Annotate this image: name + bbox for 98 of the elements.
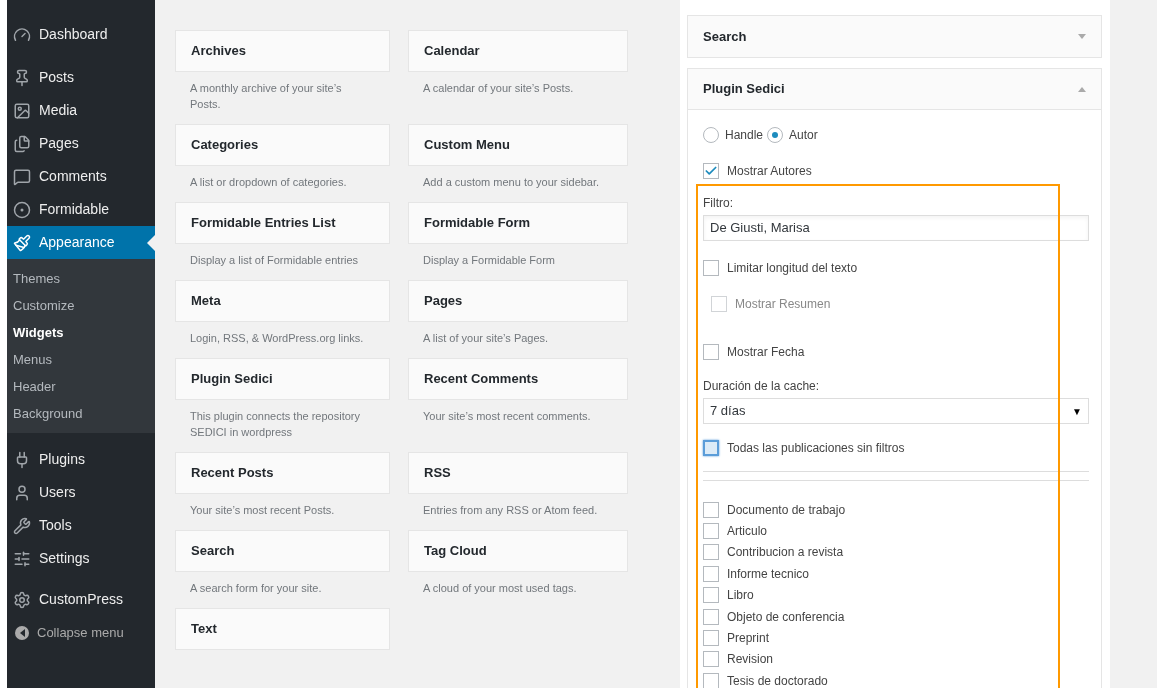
checkbox-label: Preprint xyxy=(727,630,770,648)
submenu-item[interactable]: Customize xyxy=(7,292,155,319)
dropdown-arrow-icon: ▼ xyxy=(1072,403,1082,419)
submenu-item[interactable]: Menus xyxy=(7,346,155,373)
widget-description: A search form for your site. xyxy=(189,581,323,596)
checkbox-label: Mostrar Autores xyxy=(727,163,812,180)
pin-icon xyxy=(13,68,31,87)
pages-icon xyxy=(13,134,31,153)
widget-description: Entries from any RSS or Atom feed. xyxy=(422,503,599,518)
checkbox-label: Mostrar Resumen xyxy=(735,296,831,313)
menu-item[interactable]: Appearance xyxy=(7,226,155,259)
checkbox[interactable] xyxy=(703,344,719,360)
menu-item[interactable]: Pages xyxy=(7,127,155,160)
sliders-icon xyxy=(13,549,31,568)
widget-description: A list of your site’s Pages. xyxy=(422,331,550,346)
widget-header[interactable]: Search xyxy=(688,16,1101,57)
checkbox-label: Libro xyxy=(727,587,754,605)
checkbox-label: Todas las publicaciones sin filtros xyxy=(727,440,905,457)
widget-card[interactable]: Tag Cloud xyxy=(408,530,628,572)
checkbox[interactable] xyxy=(703,163,719,179)
checkbox[interactable] xyxy=(703,523,719,540)
widget-card[interactable]: Formidable Entries List xyxy=(175,202,390,244)
checkbox[interactable] xyxy=(703,651,719,668)
submenu-item[interactable]: Header xyxy=(7,373,155,400)
menu-item[interactable]: Comments xyxy=(7,160,155,193)
filter-field[interactable]: De Giusti, Marisa xyxy=(703,215,1089,241)
widget-description: A calendar of your site’s Posts. xyxy=(422,81,575,96)
checkbox[interactable] xyxy=(703,544,719,561)
caret-down-icon xyxy=(1078,34,1086,39)
checkbox-label: Revision xyxy=(727,651,774,669)
widget-card[interactable]: Archives xyxy=(175,30,390,72)
radio-label: Autor xyxy=(789,127,818,144)
menu-item[interactable]: Formidable xyxy=(7,193,155,226)
checkbox[interactable] xyxy=(703,672,719,688)
submenu-item[interactable]: Widgets xyxy=(7,319,155,346)
paintbrush-icon xyxy=(13,233,31,252)
widget-card[interactable]: Search xyxy=(175,530,390,572)
menu-item[interactable]: Posts xyxy=(7,61,155,94)
collapse-icon xyxy=(15,625,29,640)
field-label: Filtro: xyxy=(703,195,734,212)
widget-description: A cloud of your most used tags. xyxy=(422,581,578,596)
menu-item[interactable]: Settings xyxy=(7,542,155,575)
widget-description: A list or dropdown of categories. xyxy=(189,175,348,190)
widget-description: Your site’s most recent comments. xyxy=(422,409,592,424)
checkbox-label: Mostrar Fecha xyxy=(727,344,805,361)
cache-select[interactable]: 7 días ▼ xyxy=(703,398,1089,424)
menu-item[interactable]: Media xyxy=(7,94,155,127)
caret-up-icon xyxy=(1078,86,1086,92)
widget-description: Your site’s most recent Posts. xyxy=(189,503,336,518)
menu-item[interactable]: Dashboard xyxy=(7,18,155,51)
checkbox-label: Articulo xyxy=(727,523,767,541)
widget-description: Add a custom menu to your sidebar. xyxy=(422,175,601,190)
widget-card[interactable]: Formidable Form xyxy=(408,202,628,244)
speech-bubble-icon xyxy=(13,167,31,186)
person-icon xyxy=(13,483,31,502)
checkbox[interactable] xyxy=(703,501,719,518)
checkbox[interactable] xyxy=(703,587,719,604)
field-label: Duración de la cache: xyxy=(703,378,821,395)
widget-description: Display a Formidable Form xyxy=(422,253,557,268)
checkbox[interactable] xyxy=(703,630,719,647)
checkbox[interactable] xyxy=(703,565,719,582)
gear-icon xyxy=(13,590,31,609)
widget-card[interactable]: Recent Comments xyxy=(408,358,628,400)
widget-card[interactable]: Text xyxy=(175,608,390,650)
widget-description: This plugin connects the repository SEDICI in wordpress xyxy=(189,409,361,440)
widget-description: A monthly archive of your site’s Posts. xyxy=(189,81,343,112)
submenu-item[interactable]: Themes xyxy=(7,265,155,292)
widget-card[interactable]: Meta xyxy=(175,280,390,322)
widget-header[interactable]: Plugin Sedici xyxy=(688,69,1101,110)
checkbox[interactable] xyxy=(703,608,719,625)
checkbox-label: Contribucion a revista xyxy=(727,544,844,562)
widget-card[interactable]: Custom Menu xyxy=(408,124,628,166)
checkbox-label: Limitar longitud del texto xyxy=(727,260,858,277)
widget-card[interactable]: Calendar xyxy=(408,30,628,72)
checkbox-label: Informe tecnico xyxy=(727,565,810,583)
widget-card[interactable]: Plugin Sedici xyxy=(175,358,390,400)
widget-description: Login, RSS, & WordPress.org links. xyxy=(189,331,365,346)
menu-item[interactable]: Tools xyxy=(7,509,155,542)
menu-item[interactable]: CustomPress xyxy=(7,583,155,616)
checkbox[interactable] xyxy=(703,260,719,276)
submenu-item[interactable]: Background xyxy=(7,400,155,427)
checkbox-label: Objeto de conferencia xyxy=(727,608,845,626)
radio-label: Handle xyxy=(725,127,764,144)
checkbox-label: Tesis de doctorado xyxy=(727,672,828,688)
circle-icon xyxy=(13,200,31,219)
widget-card[interactable]: Categories xyxy=(175,124,390,166)
menu-item[interactable]: Plugins xyxy=(7,443,155,476)
widget-description: Display a list of Formidable entries xyxy=(189,253,360,268)
widget-card[interactable]: Recent Posts xyxy=(175,452,390,494)
checkbox[interactable] xyxy=(703,440,719,456)
collapse-menu-button[interactable]: Collapse menu xyxy=(7,616,155,649)
widget-card[interactable]: RSS xyxy=(408,452,628,494)
image-icon xyxy=(13,101,31,120)
wrench-icon xyxy=(13,516,31,535)
gauge-icon xyxy=(13,25,31,44)
widget-card[interactable]: Pages xyxy=(408,280,628,322)
checkbox-label: Documento de trabajo xyxy=(727,501,846,519)
menu-item[interactable]: Users xyxy=(7,476,155,509)
